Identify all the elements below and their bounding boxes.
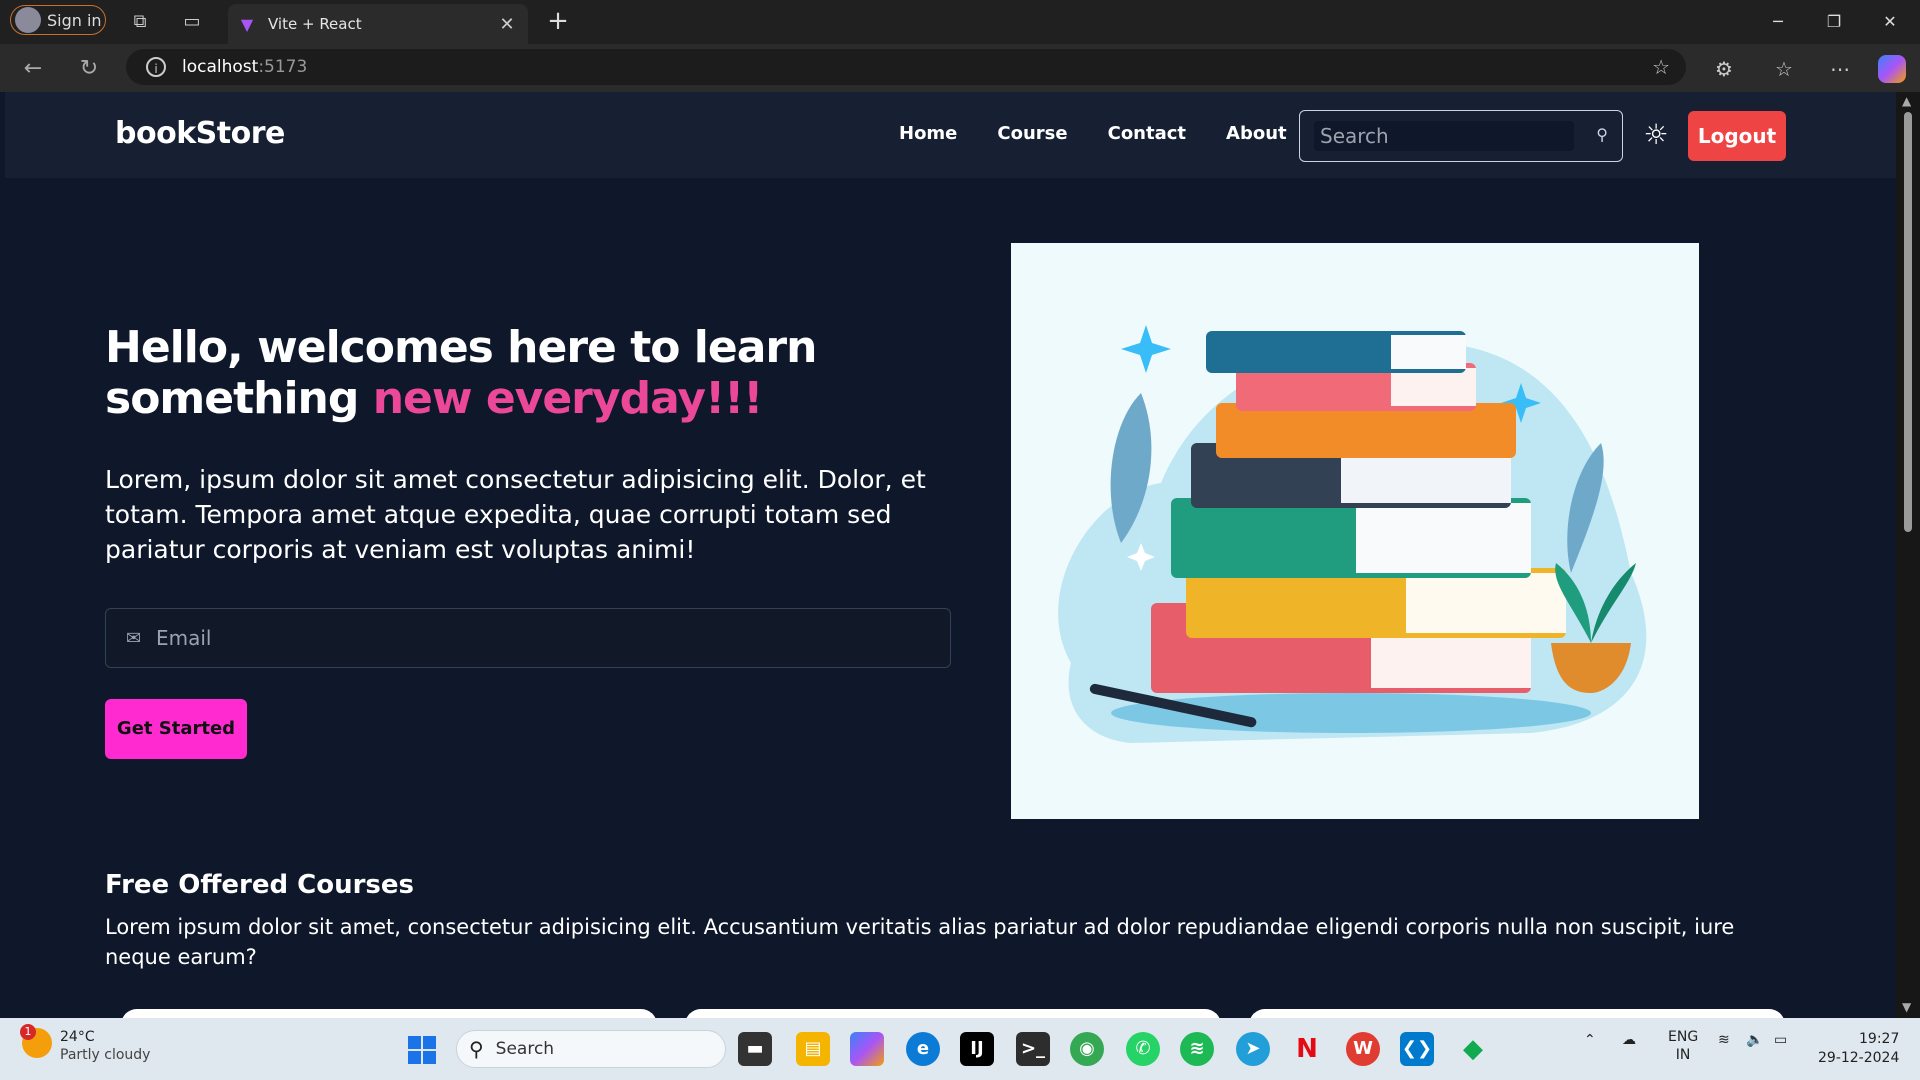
hero-description: Lorem, ipsum dolor sit amet consectetur … (105, 465, 926, 564)
site-info-icon[interactable]: i (146, 57, 166, 77)
courses-heading: Free Offered Courses (105, 870, 415, 900)
edge-browser-icon[interactable]: e (906, 1032, 940, 1066)
copilot-icon[interactable] (1878, 55, 1906, 83)
tab-title: Vite + React (268, 15, 362, 33)
spotify-icon[interactable]: ≋ (1180, 1032, 1214, 1066)
get-started-button[interactable]: Get Started (105, 699, 247, 759)
chrome-icon[interactable]: ◉ (1070, 1032, 1104, 1066)
nav-menu: Home Course Contact About (899, 123, 1287, 144)
address-bar-row: ← ↻ i localhost:5173 ☆ ⚙ ☆ ⋯ (0, 44, 1920, 92)
email-placeholder: Email (156, 626, 212, 650)
tray-chevron-icon[interactable]: ⌃ (1584, 1032, 1596, 1048)
region-code: IN (1675, 1047, 1691, 1063)
close-window-icon[interactable]: ✕ (1866, 8, 1914, 36)
weather-temperature: 24°C (60, 1029, 95, 1045)
site-navbar: bookStore Home Course Contact About Sear… (5, 92, 1896, 178)
weather-description: Partly cloudy (60, 1047, 151, 1063)
envelope-icon: ✉ (126, 628, 142, 649)
nav-link-contact[interactable]: Contact (1108, 123, 1186, 144)
wps-office-icon[interactable]: W (1346, 1032, 1380, 1066)
language-code: ENG (1668, 1029, 1699, 1045)
browser-tab[interactable]: ▼ Vite + React ✕ (228, 4, 528, 44)
language-indicator[interactable]: ENG IN (1668, 1028, 1698, 1064)
more-menu-icon[interactable]: ⋯ (1826, 55, 1854, 83)
copilot-app-icon[interactable] (850, 1032, 884, 1066)
nav-link-home[interactable]: Home (899, 123, 957, 144)
cloud-sync-icon[interactable]: ☁ (1622, 1032, 1636, 1048)
site-search-input[interactable]: Search (1314, 121, 1574, 151)
terminal-icon[interactable]: >_ (1016, 1032, 1050, 1066)
email-field[interactable]: ✉ Email (105, 608, 951, 668)
site-search-box: Search ⚲ (1299, 110, 1623, 162)
wifi-icon[interactable]: ≋ (1718, 1032, 1730, 1048)
restore-icon[interactable]: ❐ (1810, 8, 1858, 36)
taskbar-search-label: Search (495, 1039, 555, 1059)
logout-button[interactable]: Logout (1688, 111, 1786, 161)
url-host: localhost (182, 57, 259, 77)
weather-badge: 1 (20, 1024, 36, 1040)
scroll-thumb[interactable] (1904, 112, 1912, 532)
vite-favicon-icon: ▼ (240, 14, 254, 34)
hero-heading-highlight: new everyday!!! (372, 373, 764, 424)
clock-date: 29-12-2024 (1818, 1050, 1900, 1066)
refresh-icon[interactable]: ↻ (76, 56, 102, 82)
minimize-icon[interactable]: ─ (1754, 8, 1802, 36)
theme-toggle-sun-icon[interactable]: ☼ (1641, 120, 1671, 150)
windows-taskbar: 1 24°C Partly cloudy ⚲ Search ▬ ▤ e IJ >… (0, 1018, 1920, 1080)
weather-widget[interactable]: 1 24°C Partly cloudy (20, 1024, 151, 1064)
netflix-icon[interactable]: N (1290, 1032, 1324, 1066)
scroll-down-icon[interactable]: ▼ (1902, 1000, 1911, 1014)
mongodb-icon[interactable]: ◆ (1456, 1032, 1490, 1066)
start-menu-icon[interactable] (408, 1036, 436, 1064)
task-view-icon[interactable]: ▬ (738, 1032, 772, 1066)
favorites-icon[interactable]: ☆ (1770, 55, 1798, 83)
favorite-star-icon[interactable]: ☆ (1652, 55, 1670, 79)
sign-in-label: Sign in (47, 10, 102, 30)
nav-link-about[interactable]: About (1226, 123, 1287, 144)
extensions-icon[interactable]: ⚙ (1710, 55, 1738, 83)
back-icon[interactable]: ← (20, 56, 46, 82)
whatsapp-icon[interactable]: ✆ (1126, 1032, 1160, 1066)
profile-avatar (15, 7, 41, 33)
hero-heading: Hello, welcomes here to learn something … (105, 322, 865, 424)
search-icon[interactable]: ⚲ (1596, 125, 1608, 144)
new-tab-button[interactable]: + (544, 8, 572, 36)
workspaces-icon[interactable]: ⧉ (128, 10, 152, 34)
page-scrollbar[interactable]: ▲ ▼ (1896, 92, 1920, 1018)
intellij-icon[interactable]: IJ (960, 1032, 994, 1066)
web-page: bookStore Home Course Contact About Sear… (5, 92, 1896, 1018)
clock[interactable]: 19:27 29-12-2024 (1818, 1030, 1899, 1068)
courses-description: Lorem ipsum dolor sit amet, consectetur … (105, 915, 1735, 969)
course-card[interactable] (685, 1009, 1221, 1018)
sign-in-button[interactable]: Sign in (10, 5, 106, 35)
nav-link-course[interactable]: Course (997, 123, 1067, 144)
vscode-icon[interactable]: ❮❯ (1400, 1032, 1434, 1066)
volume-icon[interactable]: 🔈 (1746, 1032, 1763, 1048)
vertical-tabs-icon[interactable]: ▭ (180, 10, 204, 34)
search-icon: ⚲ (469, 1037, 484, 1061)
site-logo[interactable]: bookStore (115, 116, 285, 151)
url-port: :5173 (258, 57, 308, 77)
taskbar-search[interactable]: ⚲ Search (456, 1030, 726, 1068)
file-explorer-icon[interactable]: ▤ (796, 1032, 830, 1066)
url-field[interactable]: i localhost:5173 ☆ (126, 49, 1686, 85)
telegram-icon[interactable]: ➤ (1236, 1032, 1270, 1066)
books-illustration (1011, 243, 1699, 819)
clock-time: 19:27 (1859, 1031, 1900, 1047)
browser-tab-bar: Sign in ⧉ ▭ ▼ Vite + React ✕ + ─ ❐ ✕ (0, 0, 1920, 44)
weather-icon: 1 (20, 1024, 52, 1058)
battery-icon[interactable]: ▭ (1774, 1032, 1787, 1048)
course-card[interactable] (121, 1009, 657, 1018)
close-tab-icon[interactable]: ✕ (494, 14, 520, 35)
course-card[interactable] (1249, 1009, 1785, 1018)
scroll-up-icon[interactable]: ▲ (1902, 94, 1911, 108)
